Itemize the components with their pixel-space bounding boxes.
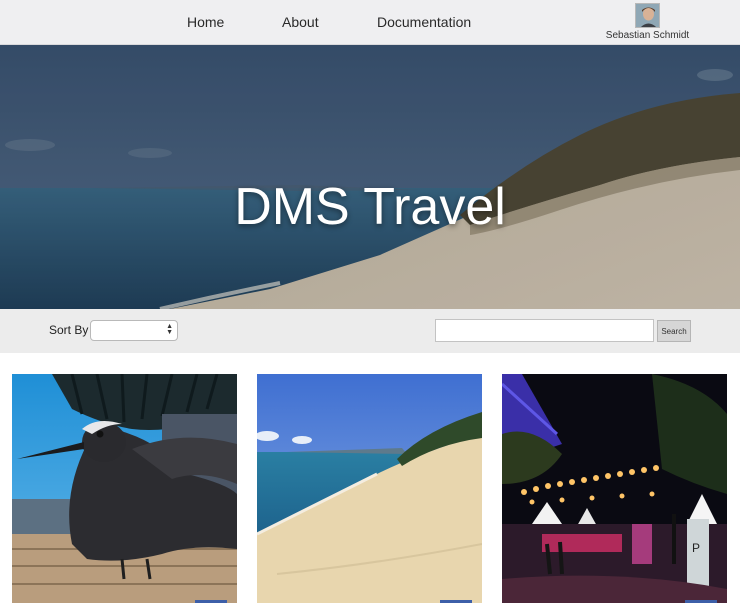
select-arrows-icon: ▲ ▼ (166, 323, 173, 336)
user-menu[interactable]: Sebastian Schmidt (600, 3, 695, 41)
search-input[interactable] (435, 319, 654, 342)
hero-title: DMS Travel (234, 178, 506, 236)
sort-by-label: Sort By (49, 323, 89, 337)
avatar[interactable] (635, 3, 660, 28)
trip-card[interactable] (12, 374, 237, 603)
nav-about-link[interactable]: About (282, 14, 319, 30)
sort-by-select[interactable]: ▲ ▼ (90, 320, 178, 341)
trip-card[interactable]: P (502, 374, 727, 603)
beach-sand-dune-photo[interactable] (257, 374, 482, 603)
nav-documentation-link[interactable]: Documentation (377, 14, 471, 30)
hero-banner: DMS Travel (0, 45, 740, 309)
black-noddy-bird-photo[interactable] (12, 374, 237, 603)
search-button[interactable]: Search (657, 320, 691, 342)
trip-card[interactable] (257, 374, 482, 603)
night-lantern-street-photo[interactable]: P (502, 374, 727, 603)
user-name[interactable]: Sebastian Schmidt (600, 30, 695, 41)
svg-text:P: P (692, 541, 700, 555)
top-navbar: Home About Documentation Sebastian Schmi… (0, 0, 740, 45)
nav-home-link[interactable]: Home (187, 14, 224, 30)
filter-toolbar: Sort By ▲ ▼ Search (0, 309, 740, 353)
